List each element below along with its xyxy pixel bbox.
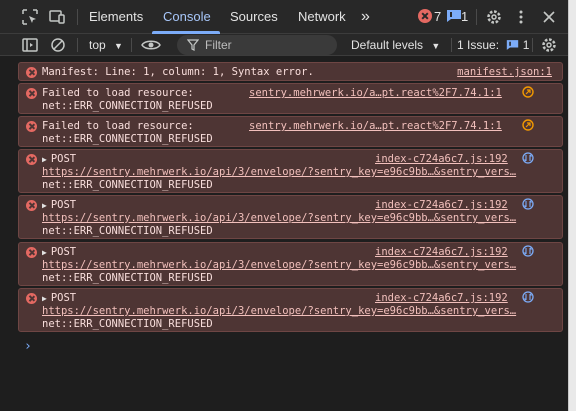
origin-icon[interactable] — [522, 119, 534, 131]
network-icon[interactable] — [522, 291, 534, 303]
message-count[interactable]: 1 — [461, 0, 468, 34]
issues-button[interactable]: 1 Issue: 1 — [457, 34, 529, 56]
tab-elements[interactable]: Elements — [89, 0, 143, 34]
issue-message-icon — [507, 40, 519, 50]
request-url-link[interactable]: https://sentry.mehrwerk.io/api/3/envelop… — [42, 305, 516, 318]
sidebar-toggle-icon[interactable] — [21, 36, 39, 54]
issues-count: 1 — [522, 38, 530, 52]
chevron-down-icon: ▼ — [114, 41, 123, 51]
console-output: Manifest: Line: 1, column: 1, Syntax err… — [0, 56, 568, 411]
message-request[interactable]: ▶ POST — [42, 246, 76, 259]
request-method: POST — [50, 246, 77, 258]
network-icon[interactable] — [522, 152, 534, 164]
devtools-window: Elements Console Sources Network » 7 1 t… — [0, 0, 568, 411]
message-text: Failed to load resource: — [42, 120, 194, 132]
request-method: POST — [50, 292, 77, 304]
tab-network[interactable]: Network — [298, 0, 346, 34]
message-source-link[interactable]: manifest.json:1 — [457, 66, 552, 79]
message-request[interactable]: ▶ POST — [42, 153, 76, 166]
message-source-link[interactable]: sentry.mehrwerk.io/a…pt.react%2F7.74.1:1 — [249, 87, 502, 100]
message-detail: net::ERR_CONNECTION_REFUSED — [42, 318, 213, 330]
close-icon[interactable] — [540, 8, 558, 26]
network-icon[interactable] — [522, 245, 534, 257]
expand-triangle-icon[interactable]: ▶ — [42, 294, 47, 303]
message-request[interactable]: ▶ POST — [42, 292, 76, 305]
error-icon — [26, 247, 37, 258]
filter-icon — [187, 39, 199, 51]
message-source-link[interactable]: index-c724a6c7.js:192 — [375, 199, 508, 212]
window-edge — [568, 0, 576, 411]
filter-placeholder: Filter — [205, 38, 232, 52]
tabbar-divider — [77, 9, 78, 25]
message-icon[interactable] — [446, 9, 462, 23]
tabbar-divider-right — [476, 9, 477, 25]
error-icon — [26, 293, 37, 304]
context-selector[interactable]: top ▼ — [89, 34, 123, 56]
console-message-error[interactable]: ▶ POST index-c724a6c7.js:192 https://sent… — [18, 149, 563, 193]
origin-icon[interactable] — [522, 86, 534, 98]
console-prompt[interactable]: › — [24, 339, 32, 354]
expand-triangle-icon[interactable]: ▶ — [42, 248, 47, 257]
error-icon — [26, 200, 37, 211]
console-message-error[interactable]: Failed to load resource: sentry.mehrwerk… — [18, 116, 563, 147]
message-detail: net::ERR_CONNECTION_REFUSED — [42, 133, 213, 145]
message-source-link[interactable]: index-c724a6c7.js:192 — [375, 246, 508, 259]
devtools-tabbar: Elements Console Sources Network » 7 1 — [0, 0, 568, 34]
error-icon — [26, 88, 37, 99]
inspect-element-icon[interactable] — [21, 8, 39, 26]
filter-input[interactable]: Filter — [177, 35, 337, 55]
log-levels-label: Default levels — [351, 38, 424, 52]
message-source-link[interactable]: index-c724a6c7.js:192 — [375, 153, 508, 166]
settings-gear-icon[interactable] — [485, 8, 503, 26]
message-detail: net::ERR_CONNECTION_REFUSED — [42, 100, 213, 112]
message-detail: net::ERR_CONNECTION_REFUSED — [42, 179, 213, 191]
toolbar-divider — [77, 38, 78, 52]
error-icon — [26, 121, 37, 132]
log-levels-dropdown[interactable]: Default levels ▼ — [351, 34, 440, 56]
message-text: Failed to load resource: — [42, 87, 194, 99]
console-message-error[interactable]: ▶ POST index-c724a6c7.js:192 https://sent… — [18, 195, 563, 239]
console-settings-gear-icon[interactable] — [540, 36, 558, 54]
toolbar-divider — [532, 38, 533, 52]
message-text: Manifest: Line: 1, column: 1, Syntax err… — [42, 66, 314, 78]
expand-triangle-icon[interactable]: ▶ — [42, 201, 47, 210]
request-url-link[interactable]: https://sentry.mehrwerk.io/api/3/envelop… — [42, 259, 516, 272]
console-message-error[interactable]: ▶ POST index-c724a6c7.js:192 https://sent… — [18, 288, 563, 332]
message-detail: net::ERR_CONNECTION_REFUSED — [42, 225, 213, 237]
more-tabs-icon[interactable]: » — [361, 0, 370, 34]
console-message-error[interactable]: Failed to load resource: sentry.mehrwerk… — [18, 83, 563, 114]
error-count-icon[interactable] — [418, 9, 432, 23]
request-method: POST — [50, 153, 77, 165]
message-source-link[interactable]: sentry.mehrwerk.io/a…pt.react%2F7.74.1:1 — [249, 120, 502, 133]
message-request[interactable]: ▶ POST — [42, 199, 76, 212]
console-message-error[interactable]: Manifest: Line: 1, column: 1, Syntax err… — [18, 62, 563, 81]
issues-label: 1 Issue: — [457, 38, 500, 52]
error-icon — [26, 67, 37, 78]
clear-console-icon[interactable] — [49, 36, 67, 54]
network-icon[interactable] — [522, 198, 534, 210]
error-count[interactable]: 7 — [434, 0, 441, 34]
tab-sources[interactable]: Sources — [230, 0, 278, 34]
request-method: POST — [50, 199, 77, 211]
chevron-down-icon: ▼ — [431, 41, 441, 51]
context-label: top — [89, 38, 106, 52]
console-message-error[interactable]: ▶ POST index-c724a6c7.js:192 https://sent… — [18, 242, 563, 286]
message-detail: net::ERR_CONNECTION_REFUSED — [42, 272, 213, 284]
message-source-link[interactable]: index-c724a6c7.js:192 — [375, 292, 508, 305]
device-toolbar-icon[interactable] — [48, 8, 66, 26]
error-icon — [26, 154, 37, 165]
toolbar-divider — [131, 38, 132, 52]
request-url-link[interactable]: https://sentry.mehrwerk.io/api/3/envelop… — [42, 212, 516, 225]
request-url-link[interactable]: https://sentry.mehrwerk.io/api/3/envelop… — [42, 166, 516, 179]
more-options-icon[interactable] — [512, 8, 530, 26]
console-toolbar: top ▼ Filter Default levels ▼ 1 Issue: 1 — [0, 34, 568, 56]
tab-console[interactable]: Console — [163, 0, 211, 34]
toolbar-divider — [451, 38, 452, 52]
live-expression-eye-icon[interactable] — [141, 36, 161, 54]
expand-triangle-icon[interactable]: ▶ — [42, 155, 47, 164]
